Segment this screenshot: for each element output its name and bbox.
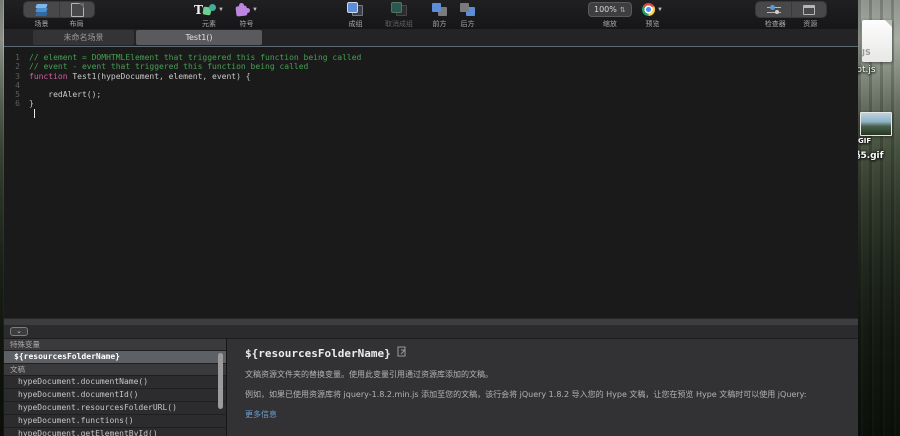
ungroup-icon <box>392 3 407 16</box>
list-item-get-element-by-id[interactable]: hypeDocument.getElementById() <box>4 428 226 436</box>
zoom-value: 100% <box>594 5 617 14</box>
function-tab-bar: 未命名场景 Test1() <box>4 29 858 47</box>
bring-forward-icon <box>432 3 447 16</box>
zoom-label: 缩放 <box>603 19 617 29</box>
list-item-document-name[interactable]: hypeDocument.documentName() <box>4 376 226 389</box>
send-backward-item: 后方 <box>460 2 475 29</box>
elements-icon: T <box>194 3 216 17</box>
elements-label: 元素 <box>202 19 216 29</box>
insert-snippet-icon[interactable] <box>397 346 407 360</box>
snippet-section-special-variables: 特殊变量 <box>4 339 226 351</box>
doc-example: 例如，如果已使用资源库将 jquery-1.8.2.min.js 添加至您的文稿… <box>245 389 840 400</box>
code-line: 2// event - event that triggered this fu… <box>4 62 858 71</box>
more-info-link[interactable]: 更多信息 <box>245 409 277 420</box>
list-item-resources-folder-url[interactable]: hypeDocument.resourcesFolderURL() <box>4 402 226 415</box>
puzzle-piece-icon <box>235 3 250 17</box>
ungroup-label: 取消成组 <box>385 19 413 29</box>
list-scrollbar[interactable] <box>218 353 223 409</box>
symbols-item: ▼ 符号 <box>235 2 258 29</box>
snippet-doc-panel: ${resourcesFolderName} 文稿资源文件夹的替换变量。使用此变… <box>227 339 858 436</box>
snippet-reference-panel: ⌄ 特殊变量 ${resourcesFolderName} 文稿 hypeDoc… <box>4 325 858 436</box>
main-toolbar: 场景 布局 T ▼ 元素 ▼ 符号 成组 <box>4 0 858 29</box>
group-label: 成组 <box>349 19 363 29</box>
layouts-button[interactable] <box>59 2 94 17</box>
symbols-label: 符号 <box>239 19 253 29</box>
hype-script-editor-window: 场景 布局 T ▼ 元素 ▼ 符号 成组 <box>4 0 858 436</box>
gif-file-badge: GIF <box>858 137 894 145</box>
ungroup-button[interactable] <box>392 2 407 17</box>
preview-button[interactable]: ▼ <box>642 2 663 17</box>
code-line: 6} <box>4 99 858 108</box>
text-cursor <box>34 109 35 118</box>
doc-description: 文稿资源文件夹的替换变量。使用此变量引用通过资源库添加的文稿。 <box>245 369 840 380</box>
resources-label: 资源 <box>803 19 817 29</box>
doc-title: ${resourcesFolderName} <box>245 347 391 360</box>
elements-item: T ▼ 元素 <box>194 2 224 29</box>
chrome-browser-icon <box>642 3 655 16</box>
preview-item: ▼ 预览 <box>642 2 663 29</box>
scenes-label: 场景 <box>35 19 49 29</box>
chevron-down-icon: ▼ <box>657 7 663 13</box>
snippet-filter-dropdown-button[interactable]: ⌄ <box>10 327 28 336</box>
bring-forward-item: 前方 <box>432 2 447 29</box>
elements-button[interactable]: T ▼ <box>194 2 224 17</box>
js-file-badge: JS <box>862 48 892 57</box>
layouts-label: 布局 <box>70 19 84 29</box>
stepper-arrows-icon: ⇅ <box>620 6 626 14</box>
code-line: 3function Test1(hypeDocument, element, e… <box>4 72 858 81</box>
scenes-button[interactable] <box>24 2 59 17</box>
layouts-icon <box>71 3 84 17</box>
chevron-down-icon: ▼ <box>252 7 258 13</box>
send-backward-label: 后方 <box>461 19 475 29</box>
zoom-item: 100% ⇅ 缩放 <box>588 2 632 29</box>
chevron-down-icon: ▼ <box>218 7 224 13</box>
inspector-label: 检查器 <box>765 19 786 29</box>
zoom-level-stepper[interactable]: 100% ⇅ <box>588 2 632 17</box>
bring-forward-label: 前方 <box>433 19 447 29</box>
send-backward-button[interactable] <box>460 2 475 17</box>
ungroup-item: 取消成组 <box>385 2 413 29</box>
panel-icon <box>803 5 815 15</box>
list-item-document-id[interactable]: hypeDocument.documentId() <box>4 389 226 402</box>
list-item-functions[interactable]: hypeDocument.functions() <box>4 415 226 428</box>
javascript-code-editor[interactable]: 1// element = DOMHTMLElement that trigge… <box>4 47 858 324</box>
group-icon <box>348 3 363 16</box>
code-line: 5 redAlert(); <box>4 90 858 99</box>
code-cursor-line <box>4 109 858 118</box>
snippet-section-document: 文稿 <box>4 364 226 376</box>
code-line: 1// element = DOMHTMLElement that trigge… <box>4 53 858 62</box>
desktop-gif-file-icon[interactable] <box>860 112 892 136</box>
symbols-button[interactable]: ▼ <box>235 2 258 17</box>
scenes-layouts-segment: 场景 布局 <box>24 2 94 29</box>
resources-button[interactable] <box>791 2 826 17</box>
tab-test1-function[interactable]: Test1() <box>136 30 262 45</box>
snippet-list: 特殊变量 ${resourcesFolderName} 文稿 hypeDocum… <box>4 339 227 436</box>
code-line: 4 <box>4 81 858 90</box>
bring-forward-button[interactable] <box>432 2 447 17</box>
group-item: 成组 <box>348 2 363 29</box>
inspector-resources-segment: 检查器 资源 <box>756 2 826 29</box>
send-backward-icon <box>460 3 475 16</box>
desktop-js-file-icon[interactable]: JS <box>862 20 892 62</box>
group-button[interactable] <box>348 2 363 17</box>
scenes-icon <box>34 4 50 16</box>
tab-untitled-scene[interactable]: 未命名场景 <box>33 30 134 45</box>
sliders-icon <box>767 5 781 15</box>
snippet-panel-topbar: ⌄ <box>4 325 858 339</box>
list-item-resources-folder-name[interactable]: ${resourcesFolderName} <box>4 351 226 364</box>
inspector-button[interactable] <box>756 2 791 17</box>
preview-label: 预览 <box>645 19 659 29</box>
